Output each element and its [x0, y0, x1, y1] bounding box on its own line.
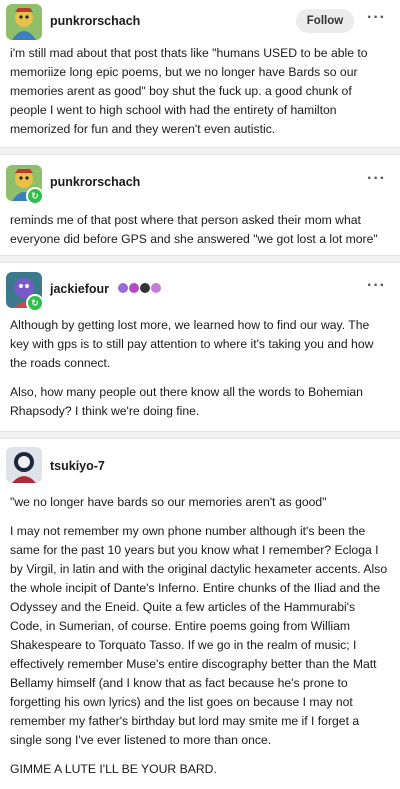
post-paragraph: Although by getting lost more, we learne… — [10, 318, 374, 370]
post-header: punkrorschach Follow ··· — [0, 4, 400, 44]
post-paragraph: GIMME A LUTE I'LL BE YOUR BARD. — [10, 762, 217, 776]
post-paragraph: i'm still mad about that post thats like… — [10, 46, 368, 136]
post-header: tsukiyo-7 — [0, 447, 400, 487]
username[interactable]: punkrorschach — [50, 12, 140, 31]
badge-icon — [129, 283, 139, 293]
more-options-icon[interactable]: ··· — [367, 8, 386, 27]
post-body: "we no longer have bards so our memories… — [0, 493, 400, 779]
follow-button[interactable]: Follow — [296, 9, 354, 33]
avatar[interactable] — [6, 447, 42, 483]
post-paragraph: I may not remember my own phone number a… — [10, 524, 388, 747]
avatar[interactable] — [6, 4, 42, 40]
more-options-icon[interactable]: ··· — [367, 276, 386, 295]
username[interactable]: punkrorschach — [50, 173, 140, 192]
post-paragraph: Also, how many people out there know all… — [10, 385, 363, 418]
post-3: ↻ jackiefour ··· Although by getting los… — [0, 272, 400, 431]
post-header: ↻ jackiefour ··· — [0, 272, 400, 312]
username-decorations — [118, 283, 161, 293]
badge-icon — [118, 283, 128, 293]
post-body: Although by getting lost more, we learne… — [0, 316, 400, 421]
post-divider — [0, 255, 400, 263]
post-body: reminds me of that post where that perso… — [0, 211, 400, 249]
reblog-badge-icon: ↻ — [26, 294, 44, 312]
badge-icon — [151, 283, 161, 293]
username[interactable]: tsukiyo-7 — [50, 457, 105, 476]
post-divider — [0, 147, 400, 155]
badge-icon — [140, 283, 150, 293]
post-1: punkrorschach Follow ··· i'm still mad a… — [0, 4, 400, 149]
post-paragraph: "we no longer have bards so our memories… — [10, 495, 327, 509]
post-paragraph: reminds me of that post where that perso… — [10, 213, 378, 246]
username[interactable]: jackiefour — [50, 280, 109, 299]
post-divider — [0, 431, 400, 439]
more-options-icon[interactable]: ··· — [367, 169, 386, 188]
post-4: tsukiyo-7 "we no longer have bards so ou… — [0, 447, 400, 789]
post-body: i'm still mad about that post thats like… — [0, 44, 400, 139]
post-header: ↻ punkrorschach ··· — [0, 165, 400, 205]
reblog-badge-icon: ↻ — [26, 187, 44, 205]
post-2: ↻ punkrorschach ··· reminds me of that p… — [0, 165, 400, 259]
